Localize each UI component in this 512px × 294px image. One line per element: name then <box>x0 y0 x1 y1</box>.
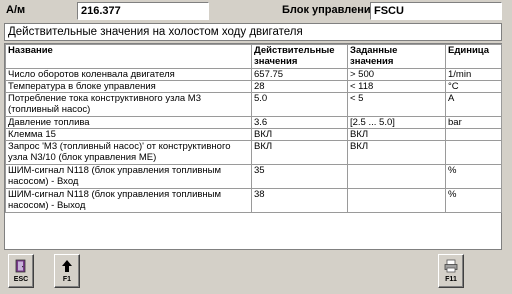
cell-unit <box>445 140 502 165</box>
cell-unit: °C <box>445 80 502 93</box>
cell-target <box>347 164 446 189</box>
page-title: Действительные значения на холостом ходу… <box>4 23 502 41</box>
cell-target: ВКЛ <box>347 140 446 165</box>
cell-unit <box>445 128 502 141</box>
column-header-target: Заданные значения <box>347 44 446 69</box>
f1-button-label: F1 <box>62 276 72 283</box>
cell-actual: 657.75 <box>251 68 348 81</box>
values-table: Название Действительные значения Заданны… <box>5 44 502 213</box>
esc-button-label: ESC <box>13 276 29 283</box>
column-header-unit: Единица <box>445 44 502 69</box>
table-row: ШИМ-сигнал N118 (блок управления топливн… <box>5 164 502 189</box>
column-header-actual: Действительные значения <box>251 44 348 69</box>
table-row: Потребление тока конструктивного узла M3… <box>5 92 502 117</box>
cell-target: < 118 <box>347 80 446 93</box>
cell-name: Температура в блоке управления <box>5 80 252 93</box>
cell-unit: % <box>445 188 502 213</box>
cell-name: Потребление тока конструктивного узла M3… <box>5 92 252 117</box>
cell-actual: 5.0 <box>251 92 348 117</box>
values-table-panel: Название Действительные значения Заданны… <box>4 43 502 250</box>
exit-door-icon <box>15 259 26 273</box>
table-header-row: Название Действительные значения Заданны… <box>5 44 502 69</box>
cell-unit: 1/min <box>445 68 502 81</box>
column-header-name: Название <box>5 44 252 69</box>
table-row: Клемма 15 ВКЛ ВКЛ <box>5 128 502 141</box>
cell-actual: 38 <box>251 188 348 213</box>
printer-icon <box>444 259 458 273</box>
cell-actual: 3.6 <box>251 116 348 129</box>
cell-name: Число оборотов коленвала двигателя <box>5 68 252 81</box>
cell-target: > 500 <box>347 68 446 81</box>
am-label: A/м <box>6 4 26 16</box>
f11-button[interactable]: F11 <box>438 254 464 288</box>
cell-target: < 5 <box>347 92 446 117</box>
cell-name: ШИМ-сигнал N118 (блок управления топливн… <box>5 188 252 213</box>
table-row: Температура в блоке управления 28 < 118 … <box>5 80 502 93</box>
cell-unit: A <box>445 92 502 117</box>
cell-target: ВКЛ <box>347 128 446 141</box>
cell-name: Запрос 'M3 (топливный насос)' от констру… <box>5 140 252 165</box>
table-row: ШИМ-сигнал N118 (блок управления топливн… <box>5 188 502 213</box>
control-unit-label: Блок управления <box>282 4 378 16</box>
arrow-up-icon <box>62 260 72 272</box>
table-row: Число оборотов коленвала двигателя 657.7… <box>5 68 502 81</box>
table-row: Давление топлива 3.6 [2.5 ... 5.0] bar <box>5 116 502 129</box>
cell-unit: bar <box>445 116 502 129</box>
cell-name: Давление топлива <box>5 116 252 129</box>
table-row: Запрос 'M3 (топливный насос)' от констру… <box>5 140 502 165</box>
cell-unit: % <box>445 164 502 189</box>
f11-button-label: F11 <box>445 276 457 283</box>
cell-actual: ВКЛ <box>251 128 348 141</box>
esc-button[interactable]: ESC <box>8 254 34 288</box>
f1-button[interactable]: F1 <box>54 254 80 288</box>
cell-actual: 35 <box>251 164 348 189</box>
cell-name: Клемма 15 <box>5 128 252 141</box>
cell-actual: 28 <box>251 80 348 93</box>
cell-name: ШИМ-сигнал N118 (блок управления топливн… <box>5 164 252 189</box>
control-unit-field: FSCU <box>370 2 502 20</box>
cell-target: [2.5 ... 5.0] <box>347 116 446 129</box>
cell-actual: ВКЛ <box>251 140 348 165</box>
am-number-field: 216.377 <box>77 2 209 20</box>
cell-target <box>347 188 446 213</box>
